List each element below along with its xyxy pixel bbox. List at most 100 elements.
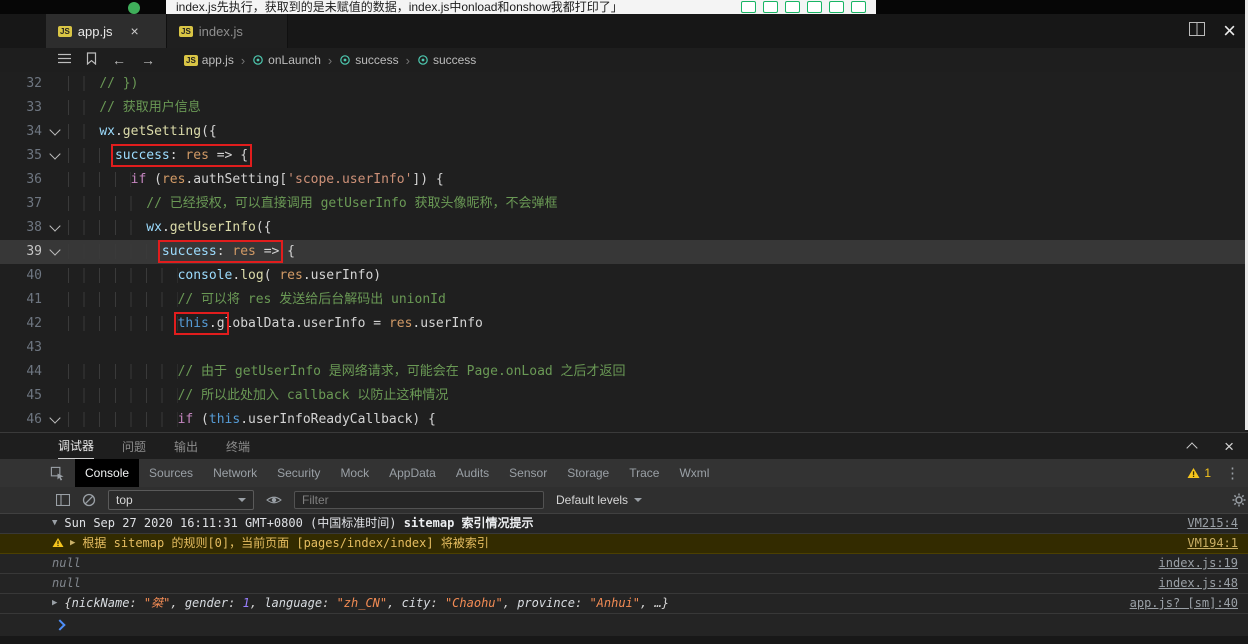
- console-object-row[interactable]: ▶ {nickName: "桀", gender: 1, language: "z…: [0, 594, 1248, 614]
- source-link[interactable]: app.js? [sm]:40: [1130, 596, 1238, 611]
- collapse-triangle-icon[interactable]: ▼: [52, 516, 57, 531]
- console-log-row[interactable]: null index.js:48: [0, 574, 1248, 594]
- source-link[interactable]: index.js:48: [1159, 576, 1238, 591]
- code-line-38[interactable]: 38 wx.getUserInfo({: [0, 216, 1248, 240]
- panel-tab-问题[interactable]: 问题: [122, 433, 146, 459]
- code-line-43[interactable]: 43: [0, 336, 1248, 360]
- fold-chevron-icon[interactable]: [42, 216, 68, 240]
- menu-icon[interactable]: [58, 53, 71, 67]
- live-expression-eye-icon[interactable]: [266, 494, 282, 506]
- line-number: 34: [26, 124, 42, 139]
- background-window-dark-area: [0, 0, 120, 14]
- fold-chevron-icon[interactable]: [42, 144, 68, 168]
- warning-count: 1: [1204, 466, 1211, 480]
- breadcrumb-item-app.js[interactable]: JS app.js: [184, 53, 234, 67]
- console-message: Sun Sep 27 2020 16:11:31 GMT+0800 (中国标准时…: [64, 516, 534, 530]
- devtools-tab-Sensor[interactable]: Sensor: [499, 459, 557, 487]
- code-text: success: res => {: [68, 240, 1248, 264]
- source-link[interactable]: VM194:1: [1187, 536, 1238, 551]
- tab-close-icon[interactable]: ×: [131, 24, 139, 38]
- line-number: 33: [26, 100, 42, 115]
- js-file-icon: JS: [184, 54, 198, 66]
- devtools-tab-AppData[interactable]: AppData: [379, 459, 446, 487]
- console-filter-input[interactable]: [294, 491, 544, 509]
- bookmark-icon[interactable]: [86, 52, 97, 68]
- devtools-tab-Network[interactable]: Network: [203, 459, 267, 487]
- panel-tab-调试器[interactable]: 调试器: [58, 433, 95, 459]
- editor-tab-index.js[interactable]: JS index.js: [167, 14, 288, 48]
- devtools-tab-Trace[interactable]: Trace: [619, 459, 669, 487]
- devtools-tab-Sources[interactable]: Sources: [139, 459, 203, 487]
- panel-tab-终端[interactable]: 终端: [226, 433, 250, 459]
- code-line-40[interactable]: 40 console.log( res.userInfo): [0, 264, 1248, 288]
- breadcrumb-item-success[interactable]: success: [417, 53, 476, 67]
- code-line-39[interactable]: 39 success: res => {: [0, 240, 1248, 264]
- expand-triangle-icon[interactable]: ▶: [52, 596, 57, 611]
- source-link[interactable]: VM215:4: [1187, 516, 1238, 531]
- console-settings-gear-icon[interactable]: [1232, 493, 1246, 510]
- fold-chevron-icon[interactable]: [42, 408, 68, 432]
- code-line-42[interactable]: 42 this.globalData.userInfo = res.userIn…: [0, 312, 1248, 336]
- panel-expand-icon[interactable]: [1186, 440, 1198, 454]
- code-line-36[interactable]: 36 if (res.authSetting['scope.userInfo']…: [0, 168, 1248, 192]
- code-text: // 获取用户信息: [68, 96, 1248, 120]
- breadcrumb-item-success[interactable]: success: [339, 53, 399, 67]
- window-close-icon[interactable]: ×: [1223, 20, 1236, 42]
- devtools-tab-Security[interactable]: Security: [267, 459, 330, 487]
- doc-icon[interactable]: [807, 1, 822, 13]
- monitor-icon[interactable]: [829, 1, 844, 13]
- console-prompt-row[interactable]: [0, 614, 1248, 636]
- code-line-34[interactable]: 34 wx.getSetting({: [0, 120, 1248, 144]
- console-sidebar-icon[interactable]: [56, 494, 70, 506]
- console-log-row[interactable]: null index.js:19: [0, 554, 1248, 574]
- devtools-tab-Wxml[interactable]: Wxml: [669, 459, 719, 487]
- devtools-right-actions: 1 ⋮: [1187, 466, 1248, 481]
- settings-icon[interactable]: [851, 1, 866, 13]
- code-editor[interactable]: 32 // }) 33 // 获取用户信息 34 wx.getSetting({35…: [0, 72, 1248, 432]
- code-line-37[interactable]: 37 // 已经授权，可以直接调用 getUserInfo 获取头像昵称，不会弹…: [0, 192, 1248, 216]
- inspect-element-icon[interactable]: [50, 466, 65, 481]
- code-line-32[interactable]: 32 // }): [0, 72, 1248, 96]
- source-link[interactable]: index.js:19: [1159, 556, 1238, 571]
- refresh-icon[interactable]: [763, 1, 778, 13]
- execution-context-dropdown[interactable]: top: [108, 490, 254, 510]
- panel-tab-输出[interactable]: 输出: [174, 433, 198, 459]
- expand-triangle-icon[interactable]: ▶: [70, 536, 75, 551]
- log-levels-dropdown[interactable]: Default levels: [556, 493, 643, 507]
- devtools-tab-Audits[interactable]: Audits: [446, 459, 499, 487]
- code-line-41[interactable]: 41 // 可以将 res 发送给后台解码出 unionId: [0, 288, 1248, 312]
- editor-tab-app.js[interactable]: JS app.js ×: [46, 14, 167, 48]
- forward-arrow-icon[interactable]: →: [141, 53, 155, 67]
- code-line-45[interactable]: 45 // 所以此处加入 callback 以防止这种情况: [0, 384, 1248, 408]
- fold-chevron-icon[interactable]: [42, 240, 68, 264]
- js-file-icon: JS: [58, 25, 72, 37]
- split-editor-icon[interactable]: [1189, 21, 1206, 41]
- code-line-44[interactable]: 44 // 由于 getUserInfo 是网络请求，可能会在 Page.onL…: [0, 360, 1248, 384]
- code-line-33[interactable]: 33 // 获取用户信息: [0, 96, 1248, 120]
- devtools-tab-Console[interactable]: Console: [75, 459, 140, 487]
- code-text: // }): [68, 72, 1248, 96]
- calendar-icon[interactable]: [741, 1, 756, 13]
- symbol-icon: [253, 55, 263, 65]
- kebab-menu-icon[interactable]: ⋮: [1225, 466, 1240, 481]
- phone-icon[interactable]: [785, 1, 800, 13]
- warning-count-badge[interactable]: 1: [1187, 466, 1211, 480]
- devtools-tab-Mock[interactable]: Mock: [330, 459, 379, 487]
- back-arrow-icon[interactable]: ←: [112, 53, 126, 67]
- console-warning-row[interactable]: ▶ 根据 sitemap 的规则[0]，当前页面 [pages/index/ind…: [0, 534, 1248, 554]
- debug-panel-tab-bar: 调试器 问题 输出 终端 ×: [0, 432, 1248, 459]
- clear-console-icon[interactable]: [82, 493, 96, 507]
- console-group-row[interactable]: ▼ Sun Sep 27 2020 16:11:31 GMT+0800 (中国标准…: [0, 514, 1248, 534]
- code-line-35[interactable]: 35 success: res => {: [0, 144, 1248, 168]
- code-line-46[interactable]: 46 if (this.userInfoReadyCallback) {: [0, 408, 1248, 432]
- line-number: 44: [26, 364, 42, 379]
- line-number: 39: [26, 244, 42, 259]
- fold-chevron-icon[interactable]: [42, 120, 68, 144]
- editor-tab-bar: JS app.js × JS index.js ×: [0, 14, 1248, 48]
- panel-close-icon[interactable]: ×: [1224, 438, 1234, 455]
- devtools-tab-Storage[interactable]: Storage: [557, 459, 619, 487]
- red-highlight-box: this.g: [173, 312, 229, 335]
- breadcrumb-item-onLaunch[interactable]: onLaunch: [252, 53, 321, 67]
